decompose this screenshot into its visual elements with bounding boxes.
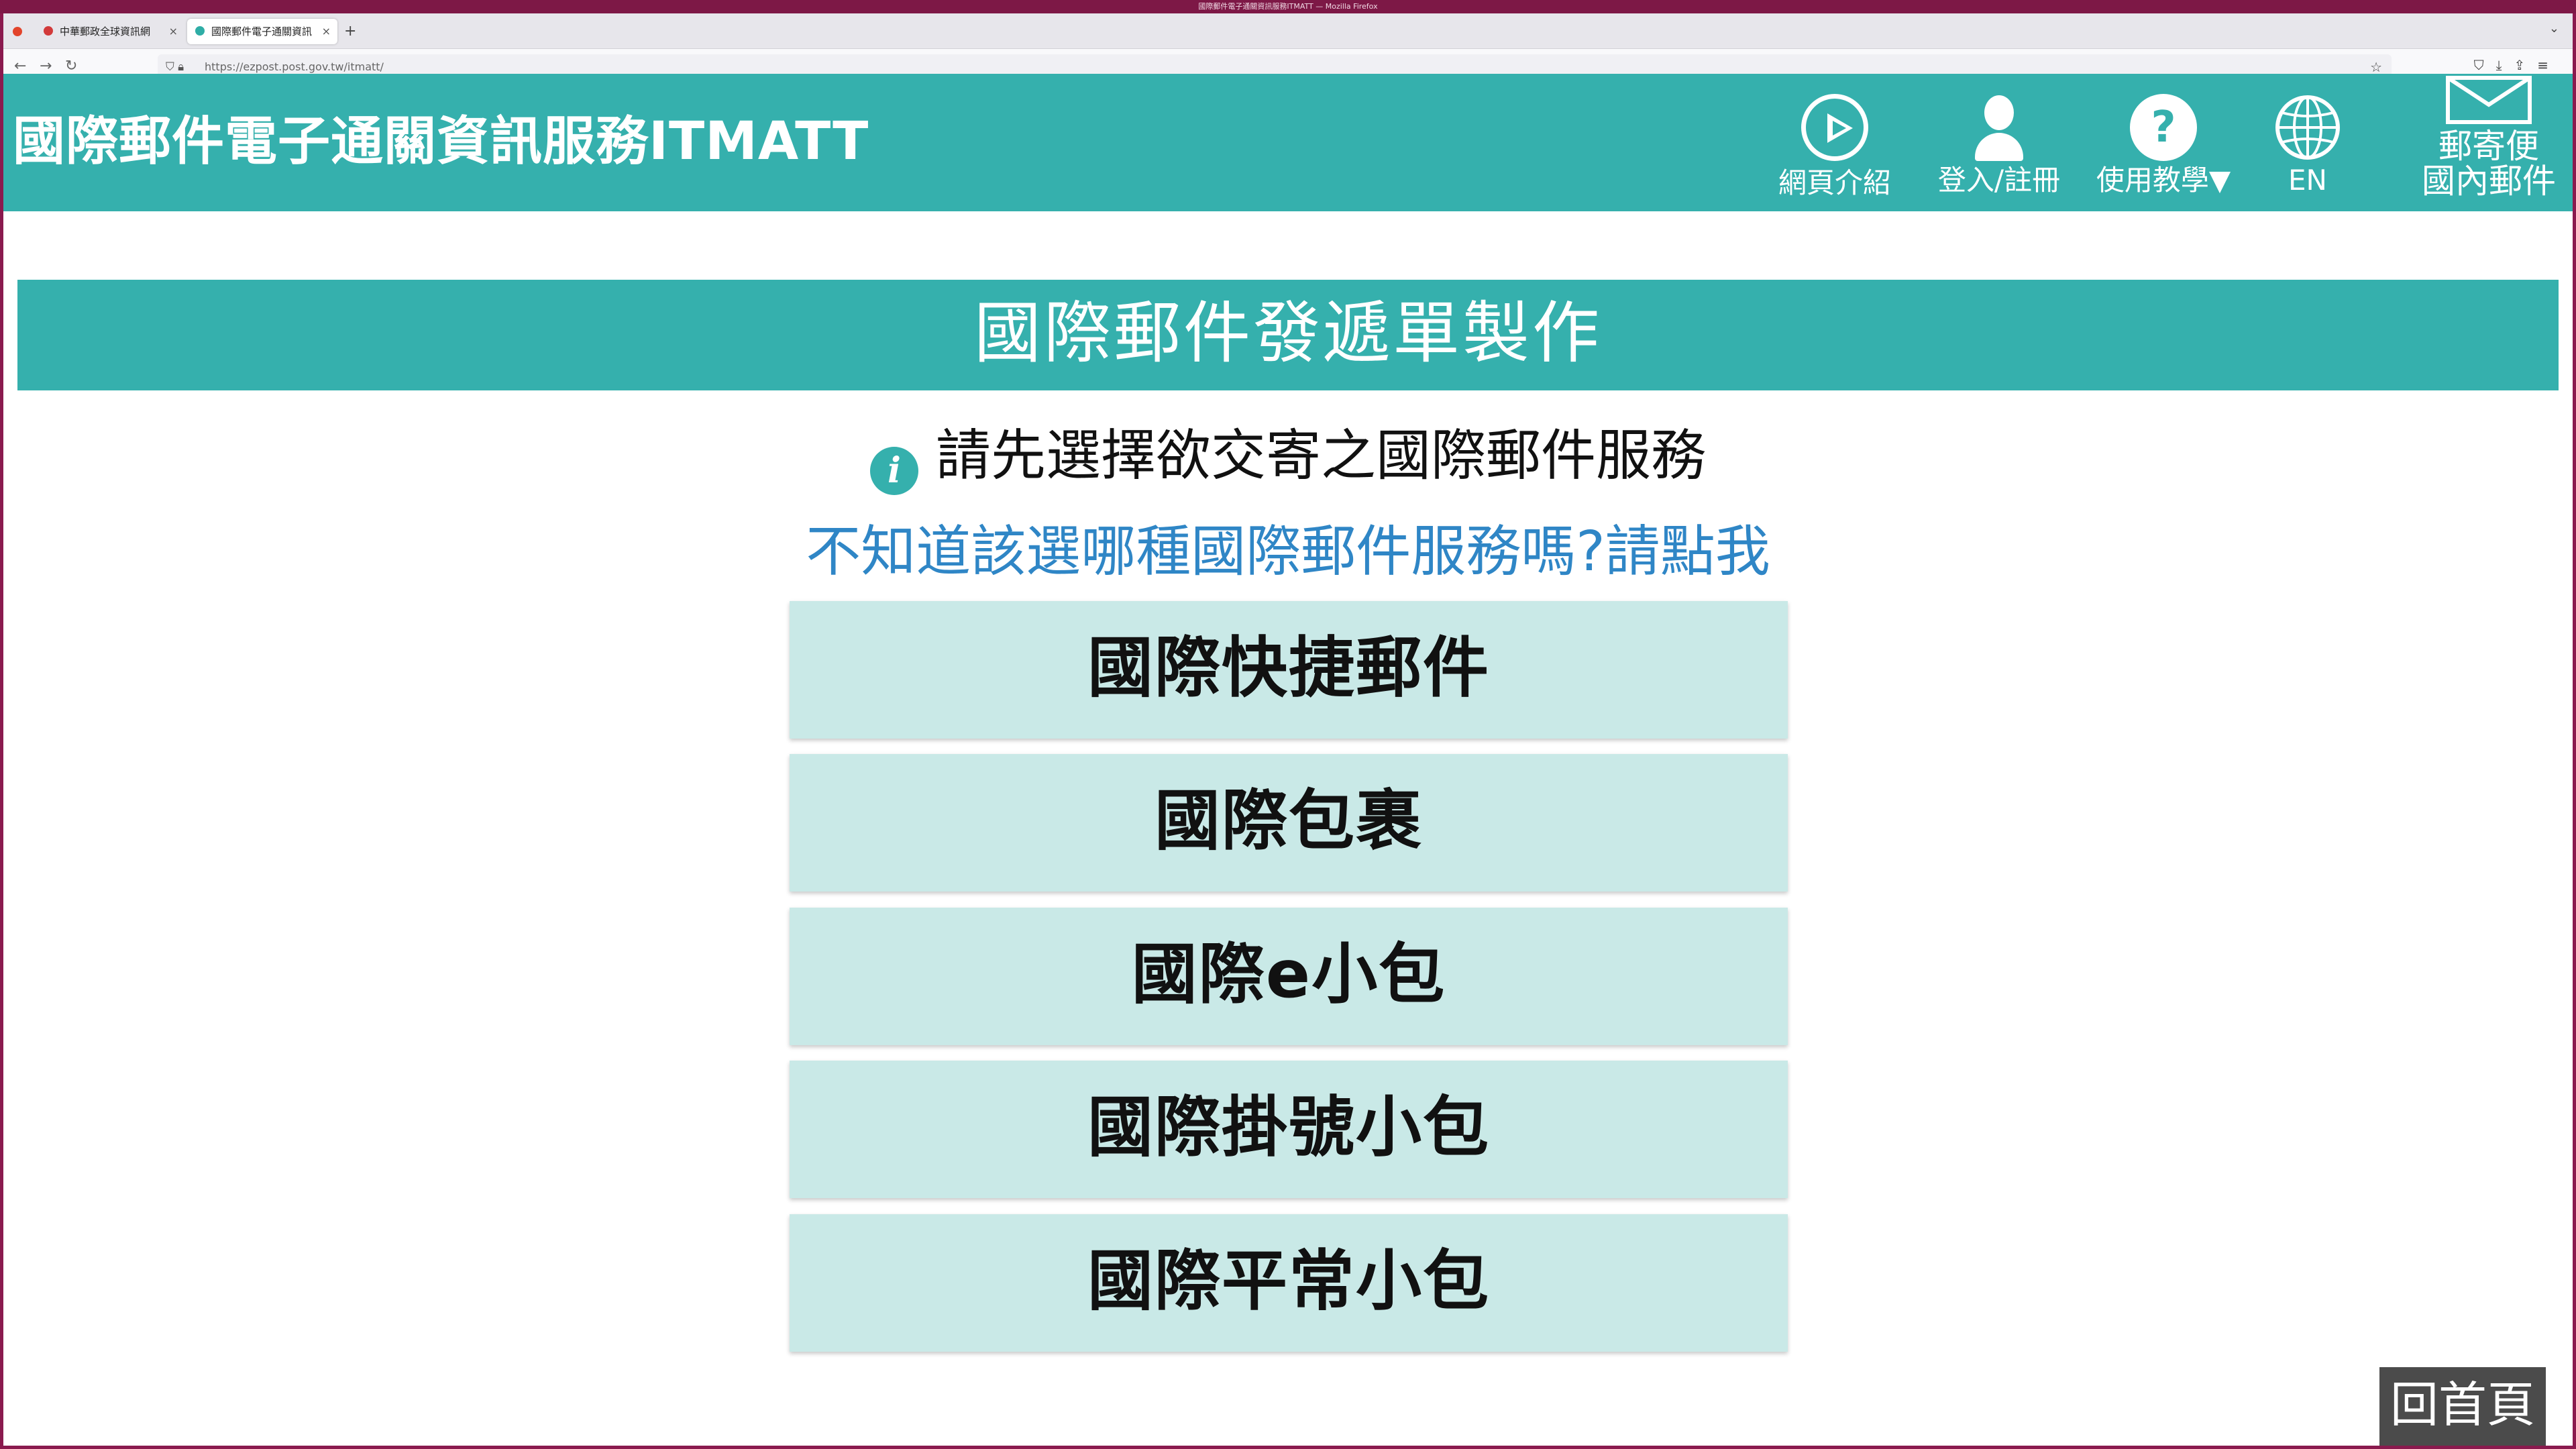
globe-icon (2275, 95, 2340, 160)
e-packet-button[interactable]: 國際e小包 (790, 908, 1788, 1045)
instruction-label: 請先選擇欲交寄之國際郵件服務 (935, 424, 1706, 488)
instruction-text: i 請先選擇欲交寄之國際郵件服務 (3, 419, 2573, 495)
window-titlebar: 國際郵件電子通關資訊服務ITMATT — Mozilla Firefox (0, 0, 2576, 13)
back-to-home-button[interactable]: 回首頁 (2379, 1367, 2546, 1446)
tab-itmatt[interactable]: 國際郵件電子通關資訊ITMATT × (187, 19, 337, 63)
page-banner: 國際郵件發遞單製作 (17, 280, 2559, 390)
back-button[interactable]: ← (14, 57, 26, 76)
forward-button[interactable]: → (40, 57, 52, 76)
site-header: 國際郵件電子通關資訊服務ITMATT 網頁介紹 登入/註冊 ? 使用教學▼ EN… (3, 74, 2573, 211)
registered-small-packet-button[interactable]: 國際掛號小包 (790, 1061, 1788, 1198)
user-icon (1966, 94, 2033, 161)
nav-site-intro[interactable]: 網頁介紹 (1768, 74, 1902, 211)
nav-label: 使用教學▼ (2096, 164, 2231, 197)
tab-close-icon[interactable]: × (169, 19, 178, 44)
play-icon (1801, 94, 1868, 161)
tab-chunghwa-post[interactable]: 中華郵政全球資訊網 × (36, 19, 184, 44)
window-title: 國際郵件電子通關資訊服務ITMATT — Mozilla Firefox (1198, 2, 1378, 11)
nav-english[interactable]: EN (2257, 74, 2358, 211)
service-help-link[interactable]: 不知道該選哪種國際郵件服務嗎?請點我 (3, 515, 2573, 589)
itmatt-favicon-icon (195, 26, 205, 36)
reload-button[interactable]: ↻ (65, 57, 77, 76)
nav-label-line2: 國內郵件 (2422, 162, 2556, 201)
nav-label: EN (2288, 164, 2327, 197)
browser-window: 中華郵政全球資訊網 × 國際郵件電子通關資訊ITMATT × + ⌄ ← → ↻… (3, 13, 2573, 1446)
ordinary-small-packet-button[interactable]: 國際平常小包 (790, 1214, 1788, 1352)
info-icon: i (869, 447, 918, 495)
question-icon: ? (2130, 94, 2197, 161)
ems-button[interactable]: 國際快捷郵件 (790, 601, 1788, 739)
nav-login-register[interactable]: 登入/註冊 (1922, 74, 2076, 211)
toolbar-icons[interactable]: ⛉⤓⇪≡ (2474, 57, 2561, 73)
url-path: /itmatt/ (343, 60, 384, 73)
url-host: https://ezpost.post.gov.tw (205, 60, 344, 73)
nav-label: 登入/註冊 (1937, 164, 2061, 197)
mail-icon (2446, 76, 2532, 124)
site-title[interactable]: 國際郵件電子通關資訊服務ITMATT (13, 99, 869, 174)
firefox-view-button[interactable] (9, 20, 28, 42)
post-favicon-icon (44, 26, 53, 36)
firefox-icon (13, 27, 22, 36)
nav-tutorial-dropdown[interactable]: ? 使用教學▼ (2086, 74, 2241, 211)
nav-label: 網頁介紹 (1778, 166, 1891, 199)
tab-close-icon[interactable]: × (322, 19, 331, 44)
tab-strip: 中華郵政全球資訊網 × 國際郵件電子通關資訊ITMATT × + ⌄ (3, 13, 2573, 63)
parcel-button[interactable]: 國際包裹 (790, 754, 1788, 892)
tab-label: 中華郵政全球資訊網 (60, 25, 151, 38)
tab-list-chevron-icon[interactable]: ⌄ (2549, 21, 2559, 36)
nav-domestic-mail[interactable]: 郵寄便 國內郵件 (2408, 74, 2569, 211)
new-tab-button[interactable]: + (344, 20, 356, 43)
nav-label-line1: 郵寄便 (2438, 127, 2539, 166)
